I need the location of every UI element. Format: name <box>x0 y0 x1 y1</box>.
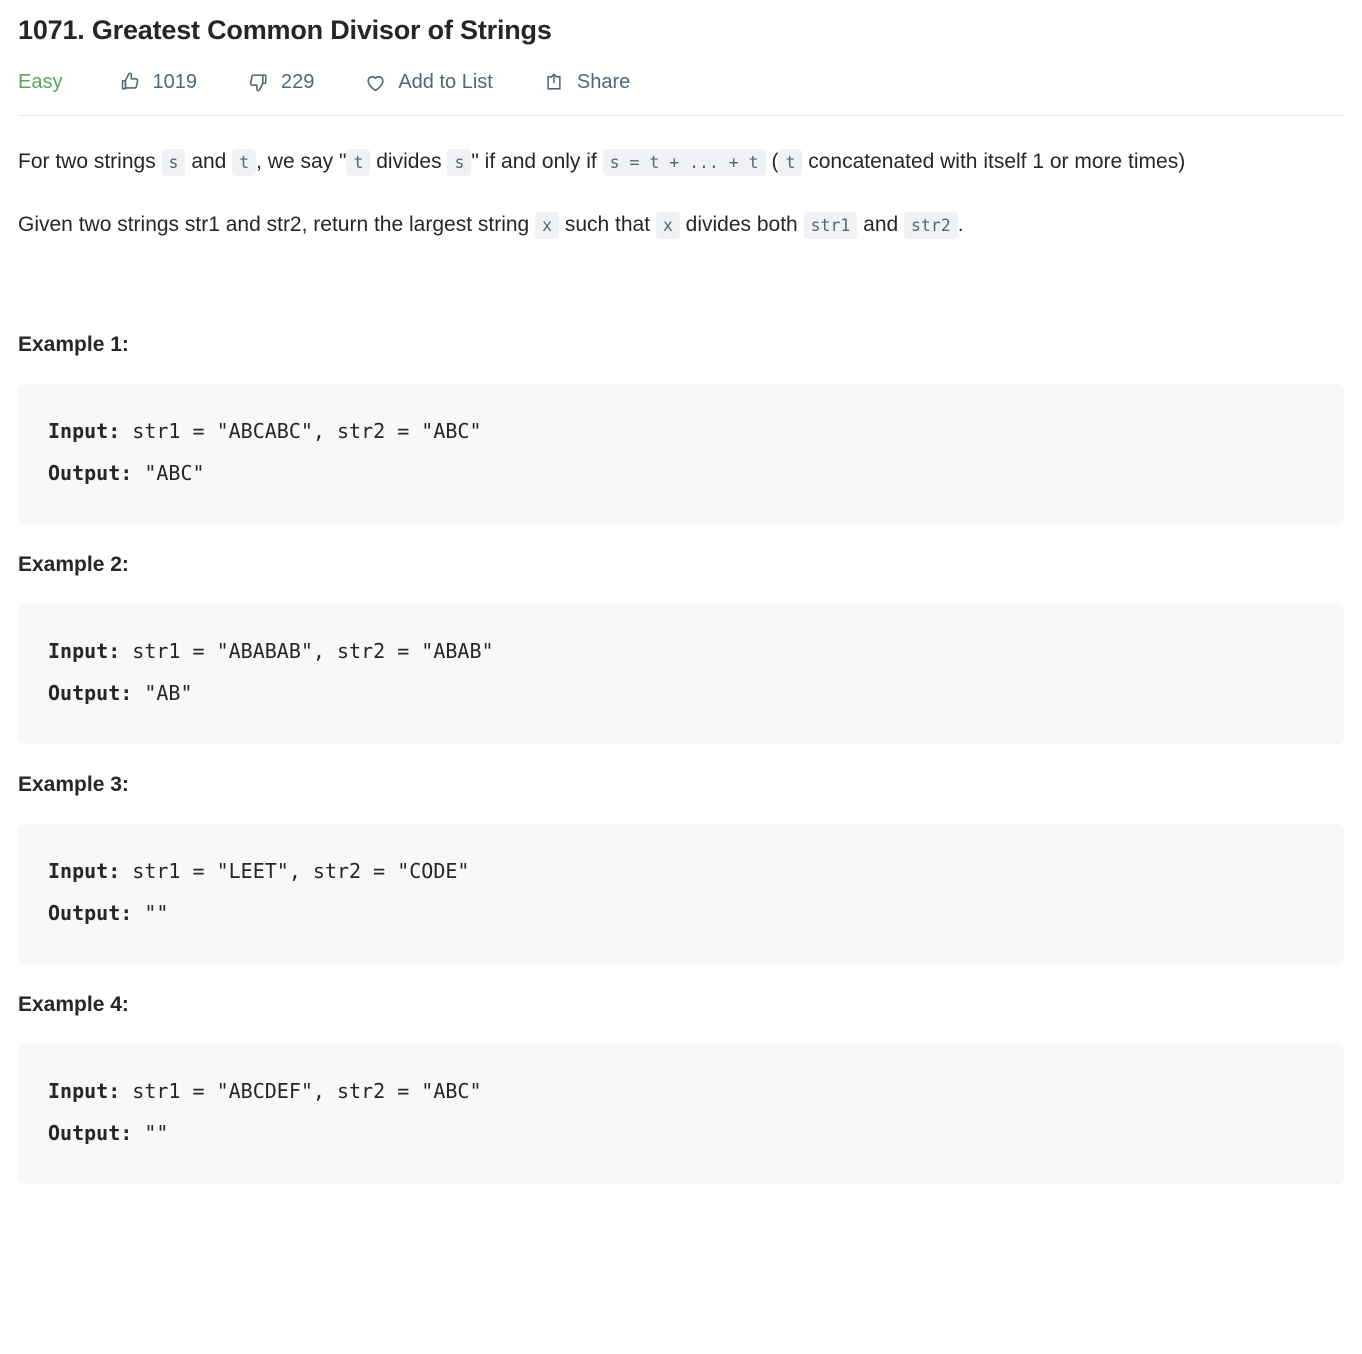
output-label: Output: <box>48 1121 133 1145</box>
inline-code-x: x <box>655 212 680 239</box>
difficulty-badge: Easy <box>18 71 63 93</box>
share-button[interactable]: Share <box>543 70 630 94</box>
example-code-block: Input: str1 = "LEET", str2 = "CODE" Outp… <box>18 824 1344 964</box>
output-value: "" <box>132 901 169 925</box>
inline-code-s: s <box>161 149 186 176</box>
page-title: 1071. Greatest Common Divisor of Strings <box>18 15 552 45</box>
input-label: Input: <box>48 859 121 883</box>
description-paragraph-2: Given two strings str1 and str2, return … <box>18 203 1334 248</box>
text-segment: divides <box>370 150 448 173</box>
text-segment: For two strings <box>18 150 162 173</box>
heart-icon <box>364 71 387 94</box>
inline-code-s: s <box>447 149 472 176</box>
text-segment: Given two strings str1 and str2, return … <box>18 213 536 236</box>
text-segment: , we say " <box>256 150 347 173</box>
output-value: "" <box>132 1121 169 1145</box>
inline-code-str2: str2 <box>904 212 958 239</box>
examples-section: Example 1: Input: str1 = "ABCABC", str2 … <box>18 332 1344 1184</box>
input-value: str1 = "ABCDEF", str2 = "ABC" <box>120 1079 482 1103</box>
example-heading: Example 4: <box>18 993 129 1016</box>
input-label: Input: <box>48 1079 121 1103</box>
text-segment: . <box>957 213 964 236</box>
example-block: Example 1: Input: str1 = "ABCABC", str2 … <box>18 332 1344 524</box>
output-value: "AB" <box>132 681 193 705</box>
add-to-list-button[interactable]: Add to List <box>364 70 493 94</box>
example-heading: Example 2: <box>18 553 129 576</box>
inline-code-t: t <box>778 149 803 176</box>
inline-code-equation: s = t + ... + t <box>602 149 766 176</box>
problem-description-page: 1071. Greatest Common Divisor of Strings… <box>0 0 1362 1354</box>
text-segment: and <box>857 213 905 236</box>
output-label: Output: <box>48 461 133 485</box>
inline-code-str1: str1 <box>803 212 858 239</box>
text-segment: " if and only if <box>471 150 603 173</box>
output-label: Output: <box>48 681 133 705</box>
example-heading: Example 3: <box>18 773 129 796</box>
input-value: str1 = "LEET", str2 = "CODE" <box>120 859 470 883</box>
problem-meta-row: Easy 1019 229 Add to List Share <box>18 67 1344 97</box>
thumbs-down-icon <box>247 71 270 94</box>
output-value: "ABC" <box>132 461 205 485</box>
thumbs-up-icon <box>118 71 141 94</box>
example-code-block: Input: str1 = "ABABAB", str2 = "ABAB" Ou… <box>18 604 1344 744</box>
inline-code-x: x <box>535 212 559 239</box>
example-block: Example 4: Input: str1 = "ABCDEF", str2 … <box>18 992 1344 1184</box>
input-label: Input: <box>48 639 121 663</box>
input-value: str1 = "ABABAB", str2 = "ABAB" <box>120 639 494 663</box>
description-paragraph-1: For two strings s and t, we say " t divid… <box>18 140 1334 185</box>
output-label: Output: <box>48 901 133 925</box>
example-heading: Example 1: <box>18 333 129 356</box>
inline-code-t: t <box>232 149 257 176</box>
problem-description: For two strings s and t, we say " t divid… <box>18 116 1344 248</box>
dislikes-count: 229 <box>280 71 315 93</box>
example-block: Example 2: Input: str1 = "ABABAB", str2 … <box>18 552 1344 744</box>
share-label: Share <box>576 71 631 93</box>
inline-code-t: t <box>346 149 371 176</box>
input-value: str1 = "ABCABC", str2 = "ABC" <box>120 419 482 443</box>
text-segment: divides both <box>679 213 804 236</box>
text-segment: and <box>185 150 233 173</box>
example-code-block: Input: str1 = "ABCABC", str2 = "ABC" Out… <box>18 384 1344 524</box>
likes-button[interactable]: 1019 <box>118 70 197 94</box>
add-to-list-label: Add to List <box>398 71 493 93</box>
likes-count: 1019 <box>152 71 197 93</box>
example-block: Example 3: Input: str1 = "LEET", str2 = … <box>18 772 1344 964</box>
example-code-block: Input: str1 = "ABCDEF", str2 = "ABC" Out… <box>18 1044 1344 1184</box>
dislikes-button[interactable]: 229 <box>247 70 314 94</box>
text-segment: such that <box>559 213 656 236</box>
input-label: Input: <box>48 419 121 443</box>
text-segment: ( <box>765 150 779 173</box>
share-icon <box>543 71 566 94</box>
text-segment: concatenated with itself 1 or more times… <box>802 150 1186 173</box>
